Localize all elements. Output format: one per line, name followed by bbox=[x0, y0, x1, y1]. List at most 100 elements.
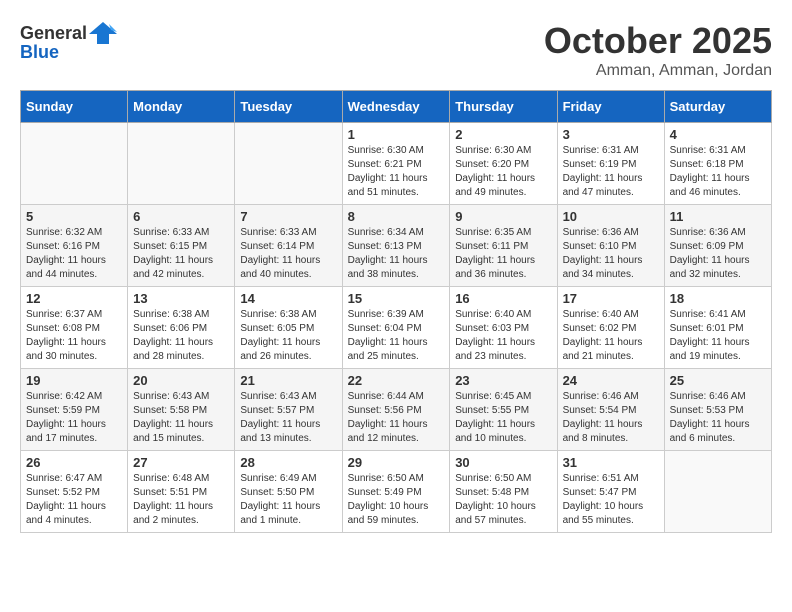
calendar-cell: 16Sunrise: 6:40 AM Sunset: 6:03 PM Dayli… bbox=[450, 287, 557, 369]
day-info: Sunrise: 6:39 AM Sunset: 6:04 PM Dayligh… bbox=[348, 309, 428, 362]
day-number: 9 bbox=[455, 209, 551, 224]
weekday-header-thursday: Thursday bbox=[450, 91, 557, 123]
day-number: 27 bbox=[133, 455, 229, 470]
logo: General Blue bbox=[20, 20, 119, 63]
day-info: Sunrise: 6:47 AM Sunset: 5:52 PM Dayligh… bbox=[26, 473, 106, 526]
day-info: Sunrise: 6:31 AM Sunset: 6:19 PM Dayligh… bbox=[563, 145, 643, 198]
day-info: Sunrise: 6:30 AM Sunset: 6:21 PM Dayligh… bbox=[348, 145, 428, 198]
day-number: 14 bbox=[240, 291, 336, 306]
day-number: 23 bbox=[455, 373, 551, 388]
day-number: 2 bbox=[455, 127, 551, 142]
calendar-cell: 18 Sunrise: 6:41 AM Sunset: 6:01 PM Dayli… bbox=[664, 287, 771, 369]
week-row-1: 1 Sunrise: 6:30 AM Sunset: 6:21 PM Daylig… bbox=[21, 123, 772, 205]
day-number: 6 bbox=[133, 209, 229, 224]
day-number: 13 bbox=[133, 291, 229, 306]
page-header: General Blue October 2025 Amman, Amman, … bbox=[20, 20, 772, 80]
day-info: Sunrise: 6:50 AM Sunset: 5:48 PM Dayligh… bbox=[455, 473, 536, 526]
calendar-cell bbox=[128, 123, 235, 205]
calendar-cell: 6 Sunrise: 6:33 AM Sunset: 6:15 PM Daylig… bbox=[128, 205, 235, 287]
day-info: Sunrise: 6:41 AM Sunset: 6:01 PM Dayligh… bbox=[670, 309, 750, 362]
day-info: Sunrise: 6:44 AM Sunset: 5:56 PM Dayligh… bbox=[348, 391, 428, 444]
day-info: Sunrise: 6:51 AM Sunset: 5:47 PM Dayligh… bbox=[563, 473, 644, 526]
weekday-header-friday: Friday bbox=[557, 91, 664, 123]
day-info: Sunrise: 6:30 AM Sunset: 6:20 PM Dayligh… bbox=[455, 145, 535, 198]
calendar-cell: 19 Sunrise: 6:42 AM Sunset: 5:59 PM Dayli… bbox=[21, 369, 128, 451]
calendar-table: SundayMondayTuesdayWednesdayThursdayFrid… bbox=[20, 90, 772, 533]
day-info: Sunrise: 6:33 AM Sunset: 6:15 PM Dayligh… bbox=[133, 227, 213, 280]
day-number: 8 bbox=[348, 209, 445, 224]
day-info: Sunrise: 6:38 AM Sunset: 6:05 PM Dayligh… bbox=[240, 309, 320, 362]
day-number: 4 bbox=[670, 127, 766, 142]
day-number: 5 bbox=[26, 209, 122, 224]
day-info: Sunrise: 6:40 AM Sunset: 6:03 PM Dayligh… bbox=[455, 309, 535, 362]
calendar-cell: 12 Sunrise: 6:37 AM Sunset: 6:08 PM Dayli… bbox=[21, 287, 128, 369]
day-number: 1 bbox=[348, 127, 445, 142]
day-number: 7 bbox=[240, 209, 336, 224]
day-info: Sunrise: 6:40 AM Sunset: 6:02 PM Dayligh… bbox=[563, 309, 643, 362]
calendar-cell bbox=[21, 123, 128, 205]
weekday-header-tuesday: Tuesday bbox=[235, 91, 342, 123]
day-info: Sunrise: 6:49 AM Sunset: 5:50 PM Dayligh… bbox=[240, 473, 320, 526]
month-title: October 2025 bbox=[544, 20, 772, 62]
day-number: 12 bbox=[26, 291, 122, 306]
calendar-cell: 13 Sunrise: 6:38 AM Sunset: 6:06 PM Dayli… bbox=[128, 287, 235, 369]
day-number: 15 bbox=[348, 291, 445, 306]
calendar-cell: 9Sunrise: 6:35 AM Sunset: 6:11 PM Daylig… bbox=[450, 205, 557, 287]
location-subtitle: Amman, Amman, Jordan bbox=[544, 62, 772, 80]
weekday-header-sunday: Sunday bbox=[21, 91, 128, 123]
calendar-cell: 23 Sunrise: 6:45 AM Sunset: 5:55 PM Dayli… bbox=[450, 369, 557, 451]
day-info: Sunrise: 6:38 AM Sunset: 6:06 PM Dayligh… bbox=[133, 309, 213, 362]
day-number: 19 bbox=[26, 373, 122, 388]
calendar-cell: 27Sunrise: 6:48 AM Sunset: 5:51 PM Dayli… bbox=[128, 451, 235, 533]
day-number: 26 bbox=[26, 455, 122, 470]
calendar-cell: 11Sunrise: 6:36 AM Sunset: 6:09 PM Dayli… bbox=[664, 205, 771, 287]
calendar-cell: 29Sunrise: 6:50 AM Sunset: 5:49 PM Dayli… bbox=[342, 451, 450, 533]
calendar-cell: 8 Sunrise: 6:34 AM Sunset: 6:13 PM Daylig… bbox=[342, 205, 450, 287]
weekday-header-wednesday: Wednesday bbox=[342, 91, 450, 123]
weekday-header-monday: Monday bbox=[128, 91, 235, 123]
day-info: Sunrise: 6:37 AM Sunset: 6:08 PM Dayligh… bbox=[26, 309, 106, 362]
week-row-3: 12 Sunrise: 6:37 AM Sunset: 6:08 PM Dayli… bbox=[21, 287, 772, 369]
day-number: 30 bbox=[455, 455, 551, 470]
day-number: 22 bbox=[348, 373, 445, 388]
day-number: 21 bbox=[240, 373, 336, 388]
day-number: 31 bbox=[563, 455, 659, 470]
day-info: Sunrise: 6:46 AM Sunset: 5:54 PM Dayligh… bbox=[563, 391, 643, 444]
day-info: Sunrise: 6:34 AM Sunset: 6:13 PM Dayligh… bbox=[348, 227, 428, 280]
day-number: 28 bbox=[240, 455, 336, 470]
calendar-cell: 7 Sunrise: 6:33 AM Sunset: 6:14 PM Daylig… bbox=[235, 205, 342, 287]
week-row-4: 19 Sunrise: 6:42 AM Sunset: 5:59 PM Dayli… bbox=[21, 369, 772, 451]
week-row-2: 5 Sunrise: 6:32 AM Sunset: 6:16 PM Daylig… bbox=[21, 205, 772, 287]
week-row-5: 26 Sunrise: 6:47 AM Sunset: 5:52 PM Dayli… bbox=[21, 451, 772, 533]
day-number: 18 bbox=[670, 291, 766, 306]
logo-bird-icon bbox=[89, 20, 117, 46]
calendar-cell: 15 Sunrise: 6:39 AM Sunset: 6:04 PM Dayli… bbox=[342, 287, 450, 369]
day-info: Sunrise: 6:46 AM Sunset: 5:53 PM Dayligh… bbox=[670, 391, 750, 444]
logo-general-text: General bbox=[20, 23, 87, 44]
day-number: 25 bbox=[670, 373, 766, 388]
title-area: October 2025 Amman, Amman, Jordan bbox=[544, 20, 772, 80]
calendar-cell: 2 Sunrise: 6:30 AM Sunset: 6:20 PM Daylig… bbox=[450, 123, 557, 205]
day-info: Sunrise: 6:31 AM Sunset: 6:18 PM Dayligh… bbox=[670, 145, 750, 198]
weekday-header-row: SundayMondayTuesdayWednesdayThursdayFrid… bbox=[21, 91, 772, 123]
day-info: Sunrise: 6:32 AM Sunset: 6:16 PM Dayligh… bbox=[26, 227, 106, 280]
day-info: Sunrise: 6:36 AM Sunset: 6:10 PM Dayligh… bbox=[563, 227, 643, 280]
day-info: Sunrise: 6:42 AM Sunset: 5:59 PM Dayligh… bbox=[26, 391, 106, 444]
weekday-header-saturday: Saturday bbox=[664, 91, 771, 123]
day-info: Sunrise: 6:45 AM Sunset: 5:55 PM Dayligh… bbox=[455, 391, 535, 444]
calendar-cell: 28 Sunrise: 6:49 AM Sunset: 5:50 PM Dayli… bbox=[235, 451, 342, 533]
calendar-cell: 20Sunrise: 6:43 AM Sunset: 5:58 PM Dayli… bbox=[128, 369, 235, 451]
day-info: Sunrise: 6:33 AM Sunset: 6:14 PM Dayligh… bbox=[240, 227, 320, 280]
day-number: 3 bbox=[563, 127, 659, 142]
calendar-cell: 24Sunrise: 6:46 AM Sunset: 5:54 PM Dayli… bbox=[557, 369, 664, 451]
calendar-cell: 14 Sunrise: 6:38 AM Sunset: 6:05 PM Dayli… bbox=[235, 287, 342, 369]
calendar-cell: 1 Sunrise: 6:30 AM Sunset: 6:21 PM Daylig… bbox=[342, 123, 450, 205]
calendar-cell bbox=[235, 123, 342, 205]
day-info: Sunrise: 6:50 AM Sunset: 5:49 PM Dayligh… bbox=[348, 473, 429, 526]
calendar-cell: 10Sunrise: 6:36 AM Sunset: 6:10 PM Dayli… bbox=[557, 205, 664, 287]
calendar-cell: 25 Sunrise: 6:46 AM Sunset: 5:53 PM Dayli… bbox=[664, 369, 771, 451]
calendar-cell: 31 Sunrise: 6:51 AM Sunset: 5:47 PM Dayli… bbox=[557, 451, 664, 533]
calendar-cell: 30 Sunrise: 6:50 AM Sunset: 5:48 PM Dayli… bbox=[450, 451, 557, 533]
calendar-cell: 26 Sunrise: 6:47 AM Sunset: 5:52 PM Dayli… bbox=[21, 451, 128, 533]
calendar-cell bbox=[664, 451, 771, 533]
